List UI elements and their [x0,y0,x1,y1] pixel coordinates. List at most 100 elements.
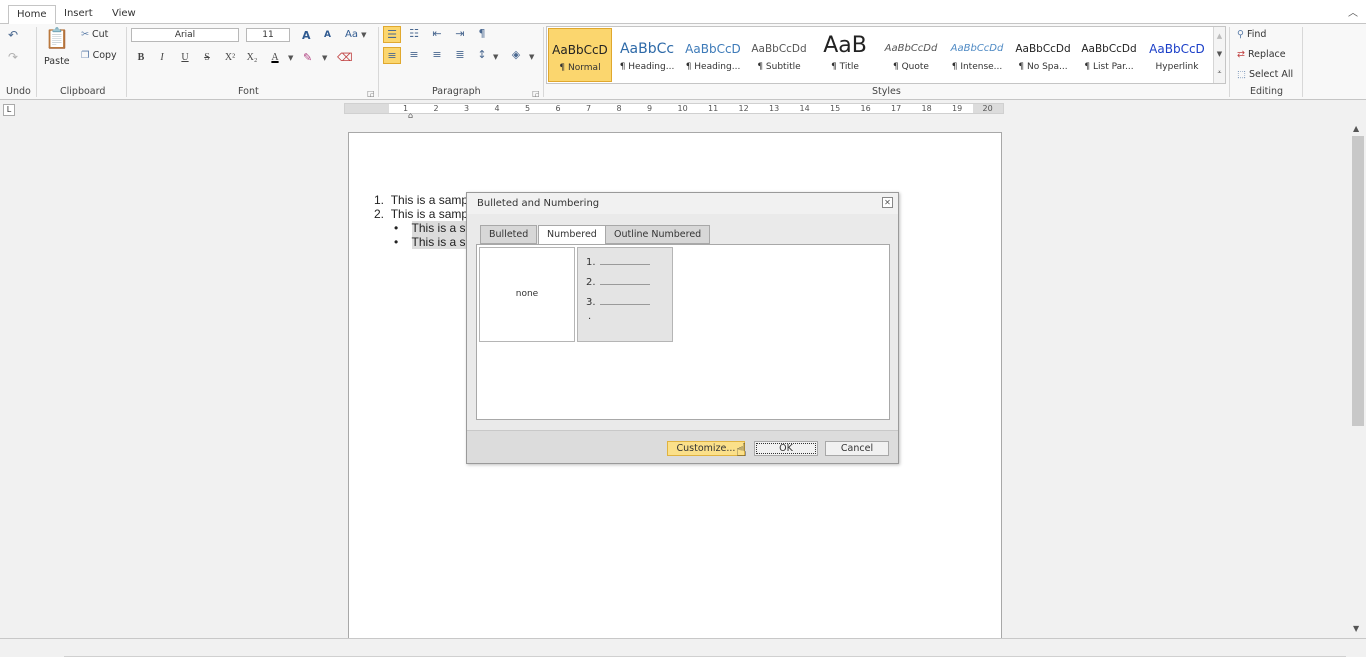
increase-indent-icon[interactable]: ⇥ [451,26,469,43]
group-label-undo: Undo [6,86,31,97]
list-item[interactable]: • This is a sa [394,235,473,249]
list-text: This is a sa [411,221,473,235]
ok-button[interactable]: OK [754,441,818,456]
shrink-font-icon[interactable]: A [324,30,331,40]
undo-icon[interactable]: ↶ [8,28,18,42]
select-all-button[interactable]: ⬚ Select All [1237,69,1293,80]
more-styles-icon[interactable]: ⩡ [1214,63,1225,81]
ruler-number: 18 [921,104,932,113]
numbering-icon[interactable]: ☷ [405,26,423,43]
style-name: ¶ Heading... [619,62,675,72]
customize-button[interactable]: Customize... [667,441,745,456]
scroll-up-icon[interactable]: ▲ [1214,27,1225,45]
styles-scrollbar[interactable]: ▲ ▼ ⩡ [1213,27,1225,83]
numbering-option-none[interactable]: none [479,247,575,342]
status-bar [0,638,1366,657]
tab-insert[interactable]: Insert [56,5,101,25]
bold-button[interactable]: B [132,50,150,66]
copy-icon: ❐ [81,50,90,61]
copy-button[interactable]: ❐ Copy [81,50,117,61]
dialog-footer: Customize... OK Cancel [467,430,898,463]
chevron-down-icon: ▼ [361,31,367,39]
horizontal-ruler[interactable]: 1 2 3 4 5 6 7 8 9 10 11 12 13 14 15 16 17 18 19 20 [344,103,1004,114]
decrease-indent-icon[interactable]: ⇤ [428,26,446,43]
tab-bulleted[interactable]: Bulleted [480,225,538,244]
underline-button[interactable]: U [176,50,194,66]
tab-outline-numbered[interactable]: Outline Numbered [605,225,711,244]
change-case-button[interactable]: Aa ▼ [345,29,367,40]
font-size-input[interactable]: 11 [246,28,290,42]
style-hyperlink[interactable]: AaBbCcD Hyperlink [1145,28,1209,82]
style-preview: AaBbCcD [685,42,741,56]
numbering-preview-item: 1. [586,257,596,268]
tab-numbered[interactable]: Numbered [538,225,606,245]
align-left-button[interactable]: ≡ [383,47,401,64]
style-heading-1[interactable]: AaBbCc ¶ Heading... [615,28,679,82]
paragraph-dialog-launcher-icon[interactable]: ◲ [532,89,540,98]
line-spacing-icon[interactable]: ↕ [473,47,491,64]
ruler-number: 10 [677,104,688,113]
numbering-option-decimal[interactable]: 1. 2. 3. . [577,247,673,342]
style-name: ¶ Title [831,62,859,72]
style-title[interactable]: AaB ¶ Title [813,28,877,82]
style-subtitle[interactable]: AaBbCcDd ¶ Subtitle [747,28,811,82]
list-item[interactable]: • This is a sa [394,221,473,235]
group-label-paragraph: Paragraph [432,86,481,97]
vertical-scrollbar[interactable]: ▲ ▼ [1350,118,1366,638]
style-no-spacing[interactable]: AaBbCcDd ¶ No Spa... [1011,28,1075,82]
shrink-font-label: A [324,30,331,40]
strikethrough-button[interactable]: S [198,50,216,66]
group-divider [378,27,379,97]
ruler-number: 19 [952,104,963,113]
tab-home[interactable]: Home [8,5,56,25]
paste-button[interactable]: Paste [44,56,70,67]
group-divider [543,27,544,97]
cut-button[interactable]: ✂ Cut [81,29,108,40]
scroll-down-arrow-icon[interactable]: ▼ [1353,624,1359,633]
tab-view[interactable]: View [104,5,144,25]
style-intense-quote[interactable]: AaBbCcDd ¶ Intense... [945,28,1009,82]
collapse-ribbon-icon[interactable]: ︿ [1348,4,1358,19]
shading-icon[interactable]: ◈ [507,47,525,64]
style-list-paragraph[interactable]: AaBbCcDd ¶ List Par... [1077,28,1141,82]
bullets-button[interactable]: ☰ [383,26,401,43]
replace-button[interactable]: ⇄ Replace [1237,49,1286,60]
style-preview: AaBbCcDd [1081,43,1137,55]
cancel-button[interactable]: Cancel [825,441,889,456]
subscript-button[interactable]: X₂ [243,50,261,66]
select-all-label: Select All [1249,69,1294,80]
highlight-icon[interactable]: ✎ [303,51,312,64]
line-spacing-dropdown-icon[interactable]: ▼ [493,53,498,61]
find-button[interactable]: ⚲ Find [1237,29,1266,40]
font-color-button[interactable]: A [266,50,284,66]
group-label-clipboard: Clipboard [60,86,106,97]
ruler-number: 7 [586,104,592,113]
tab-stop-selector[interactable]: L [3,104,15,116]
font-dialog-launcher-icon[interactable]: ◲ [367,89,375,98]
close-icon[interactable]: ✕ [882,197,893,208]
scrollbar-thumb[interactable] [1352,136,1364,426]
align-center-icon[interactable]: ≡ [405,47,423,64]
font-color-dropdown-icon[interactable]: ▼ [288,54,293,62]
redo-icon[interactable]: ↷ [8,50,18,64]
list-item[interactable]: 2. This is a samp [374,207,468,221]
superscript-button[interactable]: X² [221,50,239,66]
list-item[interactable]: 1. This is a samp [374,193,468,207]
style-quote[interactable]: AaBbCcDd ¶ Quote [879,28,943,82]
style-normal[interactable]: AaBbCcD ¶ Normal [548,28,612,82]
clear-format-icon[interactable]: ⌫ [337,51,353,64]
font-name-input[interactable]: Arial [131,28,239,42]
justify-icon[interactable]: ≣ [451,47,469,64]
style-name: ¶ Intense... [951,62,1003,72]
align-right-icon[interactable]: ≡ [428,47,446,64]
scroll-down-icon[interactable]: ▼ [1214,45,1225,63]
highlight-dropdown-icon[interactable]: ▼ [322,54,327,62]
show-formatting-icon[interactable]: ¶ [473,26,491,43]
paste-icon[interactable]: 📋 [44,26,70,54]
grow-font-icon[interactable]: A [302,29,311,42]
style-preview: AaBbCc [619,41,675,57]
italic-button[interactable]: I [153,50,171,66]
scroll-up-arrow-icon[interactable]: ▲ [1353,124,1359,133]
style-heading-2[interactable]: AaBbCcD ¶ Heading... [681,28,745,82]
shading-dropdown-icon[interactable]: ▼ [529,53,534,61]
